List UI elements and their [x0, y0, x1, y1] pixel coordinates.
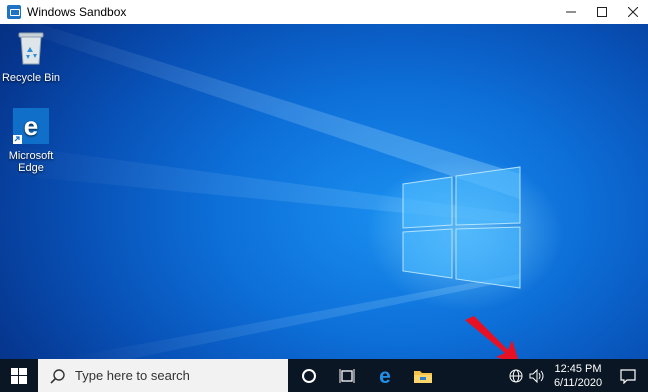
window-title: Windows Sandbox [27, 5, 127, 19]
taskbar: Type here to search e 12:45 PM 6/11/2020 [0, 359, 648, 392]
taskbar-search-box[interactable]: Type here to search [38, 359, 288, 392]
system-tray: 12:45 PM 6/11/2020 [506, 359, 648, 392]
close-button[interactable] [617, 0, 648, 24]
task-view-button[interactable] [328, 359, 366, 392]
network-button[interactable] [506, 359, 526, 392]
clock-date: 6/11/2020 [553, 376, 603, 389]
clock-time: 12:45 PM [554, 362, 602, 375]
maximize-icon [596, 7, 607, 17]
minimize-icon [565, 11, 576, 13]
taskbar-file-explorer-button[interactable] [404, 359, 442, 392]
annotation-arrow [465, 316, 519, 359]
sandbox-window: Windows Sandbox Recycle Bin e Microsoft … [0, 0, 648, 392]
close-icon [627, 7, 638, 17]
search-placeholder: Type here to search [75, 368, 190, 383]
network-icon [509, 369, 523, 382]
taskbar-edge-button[interactable]: e [366, 359, 404, 392]
notifications-icon [620, 368, 636, 384]
volume-icon [529, 368, 544, 383]
taskbar-clock[interactable]: 12:45 PM 6/11/2020 [548, 362, 608, 390]
title-bar[interactable]: Windows Sandbox [0, 0, 648, 24]
edge-icon: e [379, 366, 391, 386]
start-button[interactable] [0, 359, 38, 392]
minimize-button[interactable] [555, 0, 586, 24]
task-view-icon [339, 368, 355, 383]
volume-button[interactable] [526, 359, 548, 392]
cortana-button[interactable] [290, 359, 328, 392]
action-center-button[interactable] [608, 359, 648, 392]
sandbox-app-icon [7, 5, 21, 19]
svg-text:e: e [379, 366, 391, 386]
file-explorer-icon [414, 370, 432, 383]
cortana-icon [302, 368, 316, 383]
windows-start-icon [11, 367, 27, 384]
search-icon [50, 368, 65, 384]
desktop[interactable]: Recycle Bin e Microsoft Edge [0, 24, 648, 359]
maximize-button[interactable] [586, 0, 617, 24]
